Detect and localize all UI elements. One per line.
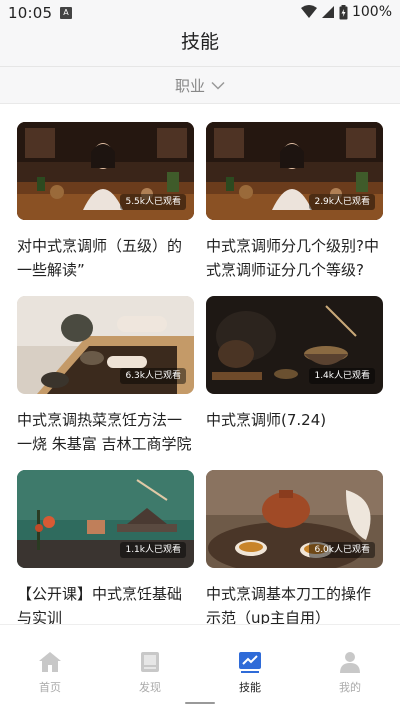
video-title: 【公开课】中式烹饪基础与实训 xyxy=(17,585,183,624)
video-title: 对中式烹调师（五级）的一些解读” xyxy=(17,237,183,279)
nav-skills[interactable]: 技能 xyxy=(200,625,300,712)
signal-icon xyxy=(321,6,334,18)
view-count-badge: 1.1k人已观看 xyxy=(120,542,186,558)
nav-label: 我的 xyxy=(339,681,361,694)
nav-label: 发现 xyxy=(139,681,161,694)
wifi-icon xyxy=(300,5,317,18)
video-card[interactable]: 6.0k人已观看 中式烹调基本刀工的操作示范（up主自用） xyxy=(206,470,383,624)
home-icon xyxy=(39,652,61,672)
category-filter-dropdown[interactable]: 职业 xyxy=(0,66,400,104)
battery-icon xyxy=(339,4,348,19)
nav-discover[interactable]: 发现 xyxy=(100,625,200,712)
view-count-badge: 6.3k人已观看 xyxy=(120,368,186,384)
home-indicator xyxy=(185,702,215,704)
chevron-down-icon xyxy=(211,81,225,90)
chart-icon xyxy=(239,652,261,673)
video-title: 中式烹调师(7.24) xyxy=(206,411,327,429)
header: 技能 xyxy=(0,28,400,66)
battery-percent: 100% xyxy=(351,4,392,20)
video-title: 中式烹调热菜烹饪方法一一烧 朱基富 吉林工商学院 xyxy=(17,411,192,453)
view-count-badge: 2.9k人已观看 xyxy=(309,194,375,210)
notification-icon: A xyxy=(60,7,72,19)
video-card[interactable]: 6.3k人已观看 中式烹调热菜烹饪方法一一烧 朱基富 吉林工商学院 xyxy=(17,296,194,456)
page-title: 技能 xyxy=(180,31,219,53)
video-thumbnail: 5.5k人已观看 xyxy=(17,122,194,220)
status-bar: 10:05 A 100% xyxy=(0,0,400,28)
nav-label: 技能 xyxy=(239,681,261,694)
video-card[interactable]: 1.1k人已观看 【公开课】中式烹饪基础与实训 xyxy=(17,470,194,624)
status-time: 10:05 xyxy=(8,4,53,22)
video-title: 中式烹调师分几个级别?中式烹调师证分几个等级? xyxy=(206,237,379,279)
video-card[interactable]: 2.9k人已观看 中式烹调师分几个级别?中式烹调师证分几个等级? xyxy=(206,122,383,282)
nav-label: 首页 xyxy=(39,681,61,694)
video-title: 中式烹调基本刀工的操作示范（up主自用） xyxy=(206,585,372,624)
video-card[interactable]: 1.4k人已观看 中式烹调师(7.24) xyxy=(206,296,383,456)
nav-profile[interactable]: 我的 xyxy=(300,625,400,712)
video-thumbnail: 6.0k人已观看 xyxy=(206,470,383,568)
view-count-badge: 5.5k人已观看 xyxy=(120,194,186,210)
video-thumbnail: 6.3k人已观看 xyxy=(17,296,194,394)
view-count-badge: 1.4k人已观看 xyxy=(309,368,375,384)
video-thumbnail: 2.9k人已观看 xyxy=(206,122,383,220)
view-count-badge: 6.0k人已观看 xyxy=(309,542,375,558)
video-thumbnail: 1.4k人已观看 xyxy=(206,296,383,394)
nav-home[interactable]: 首页 xyxy=(0,625,100,712)
filter-label: 职业 xyxy=(174,76,205,95)
video-grid: 5.5k人已观看 对中式烹调师（五级）的一些解读” 2.9k人已观看 中式烹调师… xyxy=(0,104,400,624)
status-icons: 100% xyxy=(300,4,392,20)
bottom-nav: 首页 发现 技能 我的 xyxy=(0,624,400,712)
video-card[interactable]: 5.5k人已观看 对中式烹调师（五级）的一些解读” xyxy=(17,122,194,282)
book-icon xyxy=(141,652,159,672)
video-thumbnail: 1.1k人已观看 xyxy=(17,470,194,568)
user-icon xyxy=(340,652,360,673)
